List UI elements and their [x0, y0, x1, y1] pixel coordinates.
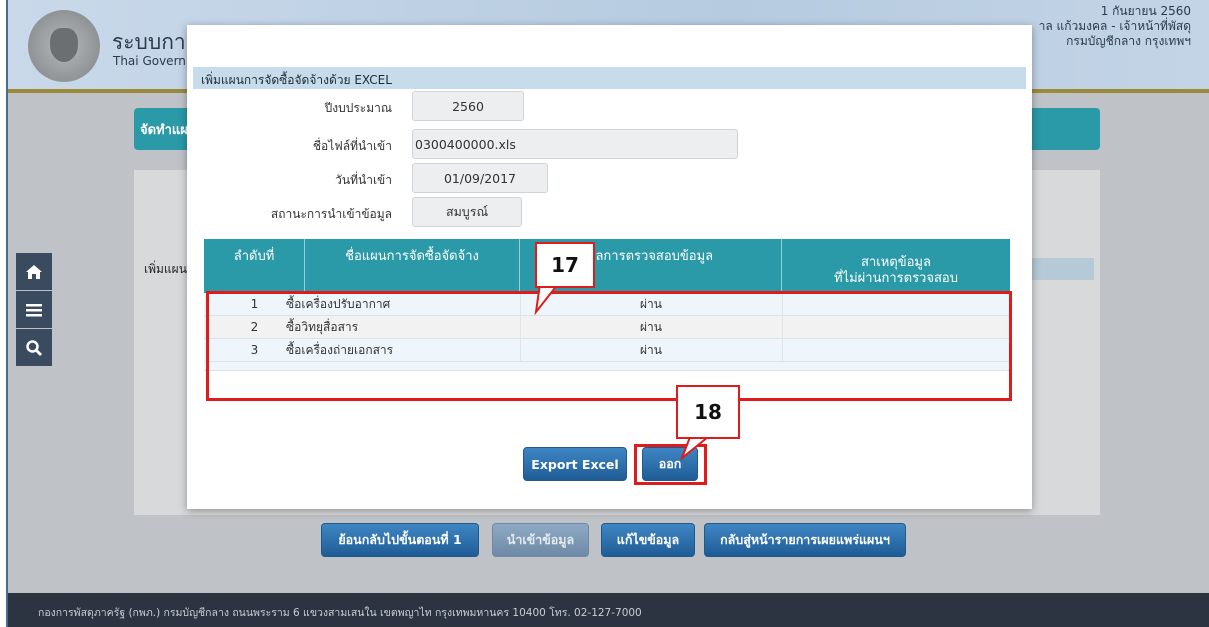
footer-address: กองการพัสดุภาครัฐ (กพภ.) กรมบัญชีกลาง ถน…	[38, 607, 642, 619]
callout-17: 17	[535, 242, 595, 288]
fiscal-year-row: ปีงบประมาณ 2560	[187, 91, 1032, 121]
home-icon[interactable]	[16, 253, 52, 290]
exit-button-highlight-box	[634, 444, 707, 485]
section-title: จัดทำแผ	[140, 123, 188, 138]
fiscal-year-field: 2560	[412, 91, 524, 121]
garuda-icon	[50, 28, 78, 62]
user-name: าล แก้วมงคล - เจ้าหน้าที่พัสดุ	[1038, 19, 1191, 33]
bottom-button-row: ย้อนกลับไปขั้นตอนที่ 1 นำเข้าข้อมูล แก้ไ…	[8, 523, 1209, 557]
import-date-field: 01/09/2017	[412, 163, 548, 193]
callout-18: 18	[676, 385, 740, 439]
import-status-row: สถานะการนำเข้าข้อมูล สมบูรณ์	[187, 197, 1032, 227]
import-status-field: สมบูรณ์	[412, 197, 522, 227]
file-name-row: ชื่อไฟล์ที่นำเข้า 0300400000.xls	[187, 129, 1032, 159]
import-date-label: วันที่นำเข้า	[335, 173, 392, 187]
modal-title: เพิ่มแผนการจัดซื้อจัดจ้างด้วย EXCEL	[201, 73, 392, 87]
user-info: 1 กันยายน 2560 าล แก้วมงคล - เจ้าหน้าที่…	[1039, 4, 1191, 49]
import-date-row: วันที่นำเข้า 01/09/2017	[187, 163, 1032, 193]
menu-icon[interactable]	[16, 291, 52, 328]
export-excel-button[interactable]: Export Excel	[523, 447, 627, 481]
import-excel-modal: เพิ่มแผนการจัดซื้อจัดจ้างด้วย EXCEL ปีงบ…	[187, 25, 1032, 509]
system-subtitle: Thai Governm	[113, 54, 198, 68]
column-header-plan-name: ชื่อแผนการจัดซื้อจัดจ้าง	[305, 239, 520, 293]
fail-reason-header-line2: ที่ไม่ผ่านการตรวจสอบ	[834, 271, 958, 286]
back-to-step1-button[interactable]: ย้อนกลับไปขั้นตอนที่ 1	[321, 523, 479, 557]
column-header-fail-reason: สาเหตุข้อมูล ที่ไม่ผ่านการตรวจสอบ	[782, 239, 1010, 293]
edit-data-button[interactable]: แก้ไขข้อมูล	[601, 523, 695, 557]
search-icon[interactable]	[16, 329, 52, 366]
user-department: กรมบัญชีกลาง กรุงเทพฯ	[1066, 34, 1191, 48]
modal-title-bar: เพิ่มแผนการจัดซื้อจัดจ้างด้วย EXCEL	[193, 67, 1026, 89]
table-highlight-box	[206, 291, 1012, 401]
fiscal-year-label: ปีงบประมาณ	[324, 101, 392, 115]
fail-reason-header-line1: สาเหตุข้อมูล	[861, 255, 931, 270]
side-toolbar	[16, 253, 52, 367]
file-name-label: ชื่อไฟล์ที่นำเข้า	[312, 139, 392, 153]
current-date: 1 กันยายน 2560	[1100, 4, 1191, 18]
file-name-field: 0300400000.xls	[412, 129, 738, 159]
government-logo	[28, 10, 100, 82]
import-status-label: สถานะการนำเข้าข้อมูล	[270, 207, 392, 221]
back-to-publish-list-button[interactable]: กลับสู่หน้ารายการเผยแพร่แผนฯ	[704, 523, 906, 557]
section-label: เพิ่มแผน	[144, 262, 187, 276]
import-data-button[interactable]: นำเข้าข้อมูล	[492, 523, 589, 557]
footer: กองการพัสดุภาครัฐ (กพภ.) กรมบัญชีกลาง ถน…	[8, 593, 1209, 627]
column-header-no: ลำดับที่	[204, 239, 305, 293]
table-header: ลำดับที่ ชื่อแผนการจัดซื้อจัดจ้าง ผลการต…	[204, 239, 1010, 293]
